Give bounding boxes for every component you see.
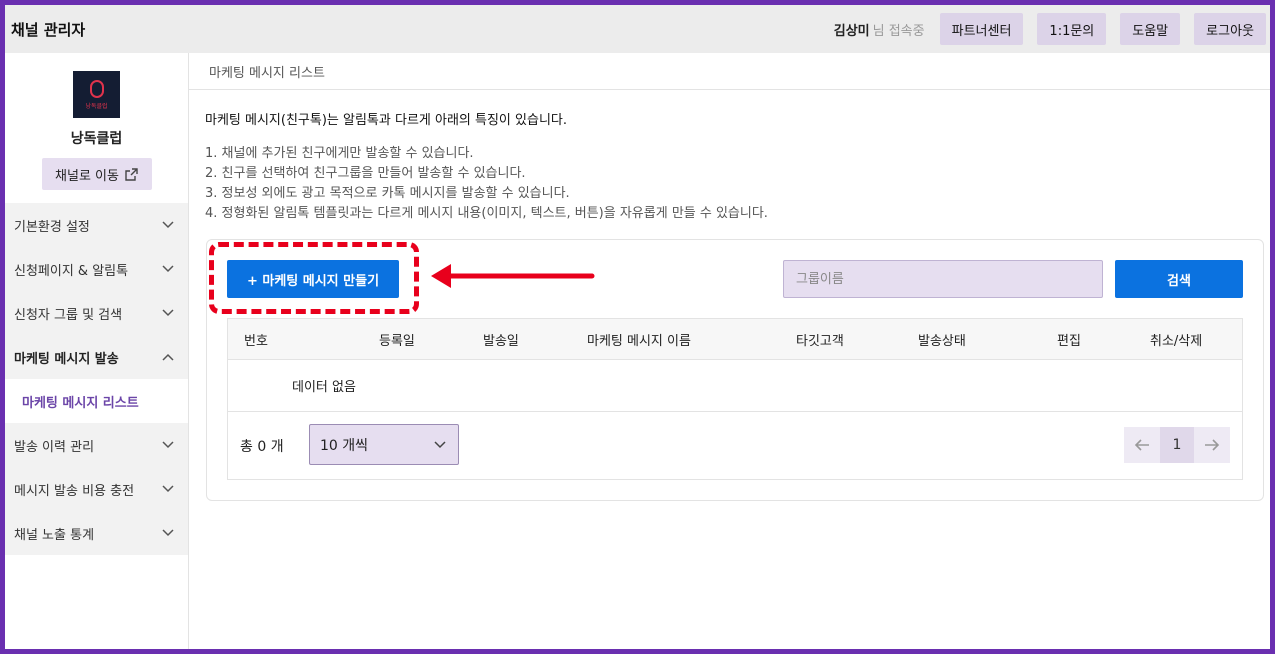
feature-item: 4. 정형화된 알림톡 템플릿과는 다르게 메시지 내용(이미지, 텍스트, 버… bbox=[205, 206, 768, 221]
sidebar-item-channel-stats[interactable]: 채널 노출 통계 bbox=[5, 511, 188, 555]
sidebar-item-marketing-message[interactable]: 마케팅 메시지 발송 bbox=[5, 335, 188, 379]
column-header-number: 번호 bbox=[244, 334, 268, 349]
sidebar-item-label: 신청페이지 & 알림톡 bbox=[14, 263, 129, 279]
chevron-down-icon bbox=[162, 265, 174, 273]
column-header-sent: 발송일 bbox=[483, 334, 519, 349]
top-bar-right: 김상미 님 접속중 파트너센터 1:1문의 도움말 로그아웃 bbox=[834, 13, 1270, 45]
user-status: 김상미 님 접속중 bbox=[834, 20, 925, 39]
total-count: 총 0 개 bbox=[240, 438, 284, 455]
table-footer: 총 0 개 10 개씩 1 bbox=[228, 412, 1242, 479]
empty-row: 데이터 없음 bbox=[228, 360, 1242, 412]
next-page-button[interactable] bbox=[1194, 427, 1230, 463]
top-bar: 채널 관리자 김상미 님 접속중 파트너센터 1:1문의 도움말 로그아웃 bbox=[5, 5, 1270, 53]
arrow-left-icon bbox=[431, 264, 595, 288]
feature-item: 1. 채널에 추가된 친구에게만 발송할 수 있습니다. bbox=[205, 146, 474, 161]
table-header: 번호 등록일 발송일 마케팅 메시지 이름 타깃고객 발송상태 편집 취소/삭제 bbox=[228, 319, 1242, 360]
arrow-right-icon bbox=[1205, 439, 1220, 451]
user-state: 님 접속중 bbox=[872, 23, 925, 39]
page-size-select[interactable]: 10 개씩 bbox=[309, 424, 459, 465]
chevron-down-icon bbox=[434, 440, 446, 448]
column-header-status: 발송상태 bbox=[918, 334, 966, 349]
sidebar-item-applicant-groups[interactable]: 신청자 그룹 및 검색 bbox=[5, 291, 188, 335]
arrow-left-icon bbox=[1134, 439, 1149, 451]
feature-item: 3. 정보성 외에도 광고 목적으로 카톡 메시지를 발송할 수 있습니다. bbox=[205, 186, 570, 201]
chevron-up-icon bbox=[162, 353, 174, 361]
create-marketing-message-button[interactable]: + 마케팅 메시지 만들기 bbox=[227, 260, 399, 298]
search-button[interactable]: 검색 bbox=[1115, 260, 1243, 298]
app-title: 채널 관리자 bbox=[11, 20, 86, 39]
sidebar-item-signup-page-alimtalk[interactable]: 신청페이지 & 알림톡 bbox=[5, 247, 188, 291]
partner-center-button[interactable]: 파트너센터 bbox=[939, 13, 1024, 45]
goto-channel-button[interactable]: 채널로 이동 bbox=[41, 158, 152, 190]
sidebar-item-label: 마케팅 메시지 발송 bbox=[14, 351, 119, 367]
sidebar-item-label: 채널 노출 통계 bbox=[14, 527, 95, 543]
sidebar-subitem-marketing-message-list[interactable]: 마케팅 메시지 리스트 bbox=[5, 379, 188, 423]
sidebar-item-label: 기본환경 설정 bbox=[14, 219, 90, 235]
sidebar: 낭독클럽 낭독클럽 채널로 이동 기본환경 설정 신청페이지 & 알림톡 신청자… bbox=[5, 53, 189, 649]
chevron-down-icon bbox=[162, 441, 174, 449]
sidebar-item-label: 발송 이력 관리 bbox=[14, 439, 95, 455]
external-link-icon bbox=[125, 167, 138, 181]
sidebar-nav: 기본환경 설정 신청페이지 & 알림톡 신청자 그룹 및 검색 마케팅 메시지 … bbox=[5, 203, 188, 555]
page-size-value: 10 개씩 bbox=[320, 437, 369, 454]
inquiry-button[interactable]: 1:1문의 bbox=[1037, 13, 1107, 45]
column-header-cancel-delete: 취소/삭제 bbox=[1150, 334, 1203, 349]
intro-text: 마케팅 메시지(친구톡)는 알림톡과 다르게 아래의 특징이 있습니다. bbox=[205, 113, 567, 128]
pagination: 1 bbox=[1124, 427, 1230, 463]
sidebar-item-send-history[interactable]: 발송 이력 관리 bbox=[5, 423, 188, 467]
feature-list: 1. 채널에 추가된 친구에게만 발송할 수 있습니다. 2. 친구를 선택하여… bbox=[205, 144, 768, 224]
message-list-card: + 마케팅 메시지 만들기 검색 번호 등록일 발송일 마케팅 메시지 이름 타… bbox=[206, 239, 1264, 501]
microphone-icon bbox=[89, 79, 104, 98]
main-content: 마케팅 메시지 리스트 마케팅 메시지(친구톡)는 알림톡과 다르게 아래의 특… bbox=[189, 53, 1270, 649]
chevron-down-icon bbox=[162, 309, 174, 317]
sidebar-item-charge-credits[interactable]: 메시지 발송 비용 충전 bbox=[5, 467, 188, 511]
channel-logo: 낭독클럽 bbox=[73, 71, 120, 118]
column-header-message-name: 마케팅 메시지 이름 bbox=[587, 334, 691, 349]
feature-item: 2. 친구를 선택하여 친구그룹을 만들어 발송할 수 있습니다. bbox=[205, 166, 526, 181]
sidebar-item-label: 신청자 그룹 및 검색 bbox=[14, 307, 123, 323]
prev-page-button[interactable] bbox=[1124, 427, 1160, 463]
help-button[interactable]: 도움말 bbox=[1120, 13, 1181, 45]
logout-button[interactable]: 로그아웃 bbox=[1194, 13, 1266, 45]
logo-text: 낭독클럽 bbox=[85, 102, 108, 110]
app-frame: 채널 관리자 김상미 님 접속중 파트너센터 1:1문의 도움말 로그아웃 낭독클… bbox=[5, 5, 1270, 649]
chevron-down-icon bbox=[162, 485, 174, 493]
column-header-registered: 등록일 bbox=[379, 334, 415, 349]
user-name: 김상미 bbox=[833, 23, 870, 39]
goto-channel-label: 채널로 이동 bbox=[55, 168, 119, 184]
chevron-down-icon bbox=[162, 529, 174, 537]
group-name-input[interactable] bbox=[783, 260, 1103, 298]
channel-name: 낭독클럽 bbox=[70, 131, 123, 147]
column-header-target: 타깃고객 bbox=[796, 334, 844, 349]
message-table: 번호 등록일 발송일 마케팅 메시지 이름 타깃고객 발송상태 편집 취소/삭제… bbox=[227, 318, 1243, 480]
channel-profile: 낭독클럽 낭독클럽 채널로 이동 bbox=[5, 53, 188, 203]
breadcrumb: 마케팅 메시지 리스트 bbox=[189, 53, 1270, 90]
sidebar-item-label: 메시지 발송 비용 충전 bbox=[14, 483, 135, 499]
sidebar-item-basic-settings[interactable]: 기본환경 설정 bbox=[5, 203, 188, 247]
page-number-button[interactable]: 1 bbox=[1160, 427, 1194, 463]
chevron-down-icon bbox=[162, 221, 174, 229]
column-header-edit: 편집 bbox=[1057, 334, 1081, 349]
